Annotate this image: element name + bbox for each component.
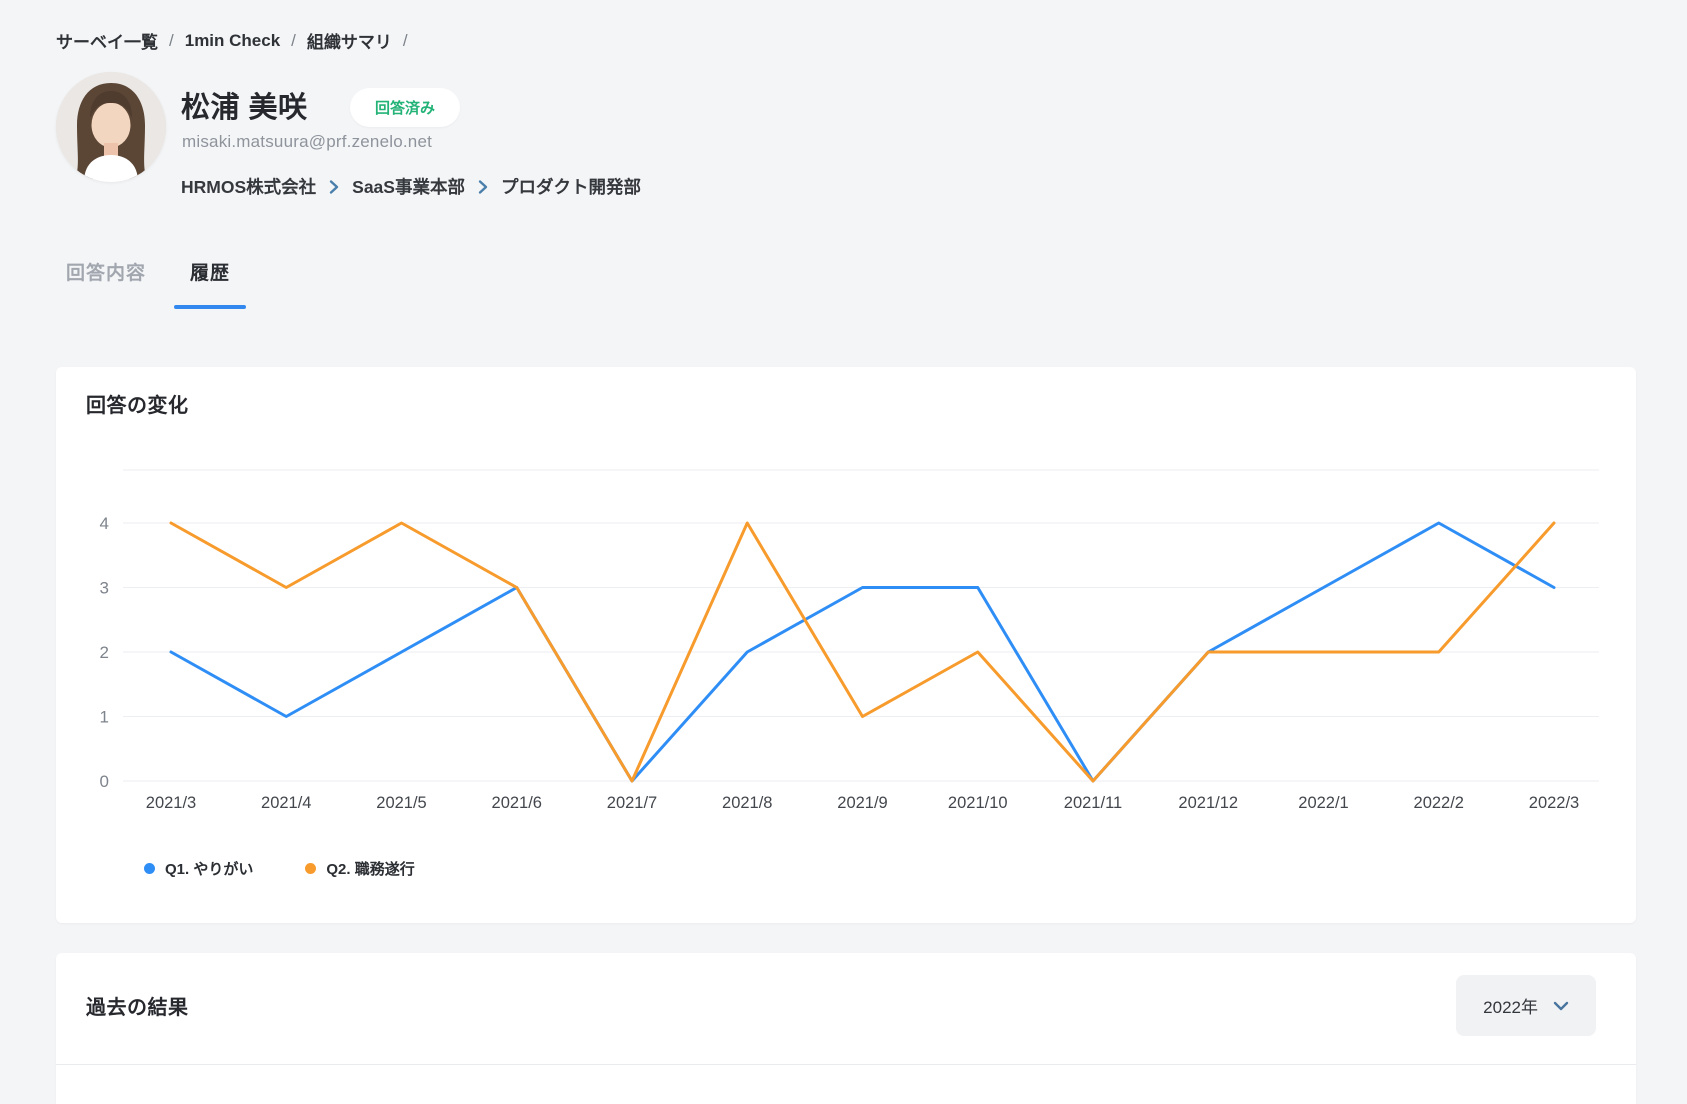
line-chart: 0 1 2 3 4 2021/3 2021/4 2021/5 2021/6 2021/7 2021/… (56, 367, 1636, 923)
organization-summary-page: サーベイ一覧 / 1min Check / 組織サマリ / 松浦 美咲 回答済み… (0, 0, 1687, 1104)
answer-change-card: 回答の変化 012342021/32021/42021/52021/62021/… (56, 367, 1636, 923)
y-axis-tick-label: 1 (100, 708, 109, 727)
legend-dot-orange-icon (305, 863, 316, 874)
x-axis-tick-label: 2021/8 (722, 794, 772, 812)
x-axis-tick-label: 2022/2 (1414, 794, 1464, 812)
page-title-user-name: 松浦 美咲 (181, 84, 308, 126)
avatar-image (56, 72, 166, 182)
x-axis-tick-label: 2021/12 (1178, 794, 1238, 812)
user-email: misaki.matsuura@prf.zenelo.net (182, 132, 432, 152)
breadcrumb-item-1min-check[interactable]: 1min Check (185, 31, 280, 51)
tab-history[interactable]: 履歴 (188, 256, 232, 309)
x-axis-tick-label: 2021/10 (948, 794, 1008, 812)
y-axis-tick-label: 3 (100, 579, 109, 598)
card-header-divider (56, 1064, 1636, 1065)
org-item-department[interactable]: プロダクト開発部 (501, 174, 641, 199)
x-axis-tick-label: 2021/5 (376, 794, 426, 812)
tab-bar: 回答内容 履歴 (64, 256, 232, 309)
org-item-division[interactable]: SaaS事業本部 (352, 174, 465, 199)
breadcrumb-separator: / (403, 31, 408, 51)
x-axis-tick-label: 2021/3 (146, 794, 196, 812)
breadcrumb-item-survey-list[interactable]: サーベイ一覧 (56, 28, 158, 53)
breadcrumb-separator: / (169, 31, 174, 51)
x-axis-tick-label: 2021/6 (492, 794, 542, 812)
breadcrumb: サーベイ一覧 / 1min Check / 組織サマリ / (56, 28, 419, 53)
legend-dot-blue-icon (144, 863, 155, 874)
chart-legend: Q1. やりがい Q2. 職務遂行 (144, 858, 415, 879)
legend-label-q1: Q1. やりがい (165, 858, 253, 879)
org-breadcrumb: HRMOS株式会社 SaaS事業本部 プロダクト開発部 (181, 174, 641, 199)
y-axis-tick-label: 4 (100, 514, 109, 533)
breadcrumb-item-org-summary[interactable]: 組織サマリ (307, 28, 392, 53)
y-axis-tick-label: 0 (100, 772, 109, 791)
chevron-down-icon (1553, 1001, 1569, 1011)
past-results-card: 過去の結果 2022年 (56, 953, 1636, 1104)
x-axis-tick-label: 2021/4 (261, 794, 311, 812)
year-filter-value: 2022年 (1483, 993, 1538, 1018)
breadcrumb-separator: / (291, 31, 296, 51)
x-axis-tick-label: 2022/3 (1529, 794, 1579, 812)
legend-item-q2: Q2. 職務遂行 (305, 858, 414, 879)
legend-item-q1: Q1. やりがい (144, 858, 253, 879)
legend-label-q2: Q2. 職務遂行 (326, 858, 414, 879)
org-item-company[interactable]: HRMOS株式会社 (181, 174, 316, 199)
x-axis-tick-label: 2021/11 (1064, 794, 1122, 812)
x-axis-tick-label: 2021/9 (837, 794, 887, 812)
y-axis-tick-label: 2 (100, 643, 109, 662)
x-axis-tick-label: 2022/1 (1298, 794, 1348, 812)
chevron-right-icon (478, 179, 488, 195)
x-axis-tick-label: 2021/7 (607, 794, 657, 812)
chevron-right-icon (329, 179, 339, 195)
status-badge-answered: 回答済み (350, 88, 460, 127)
year-filter-dropdown[interactable]: 2022年 (1456, 975, 1596, 1036)
avatar (56, 72, 166, 182)
tab-answer-content[interactable]: 回答内容 (64, 256, 148, 309)
card-title-past-results: 過去の結果 (86, 991, 189, 1020)
